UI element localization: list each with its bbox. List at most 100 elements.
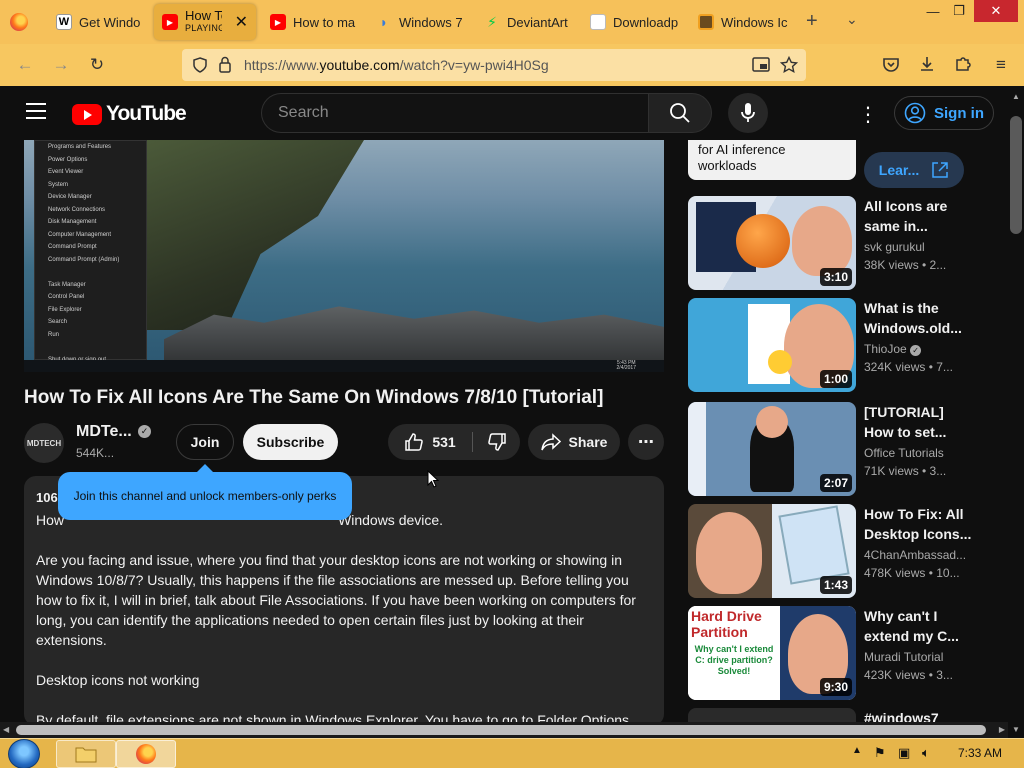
taskbar-clock[interactable]: 7:33 AM: [958, 746, 1002, 760]
youtube-header: YouTube Search ⋮ Sign in: [0, 86, 1008, 140]
browser-tab[interactable]: ⚡ DeviantArt: [476, 4, 580, 40]
action-center-flag-icon[interactable]: ⚑: [874, 745, 886, 761]
video-thumbnail[interactable]: 1:00: [688, 298, 856, 392]
video-menu-item: Run: [48, 331, 60, 338]
youtube-favicon-icon: ▶: [162, 14, 178, 30]
video-duration: 1:00: [819, 370, 852, 388]
recommended-title[interactable]: [TUTORIAL] How to set...: [864, 402, 974, 442]
recommended-channel[interactable]: 4ChanAmbassad...: [864, 548, 974, 562]
vertical-scrollbar[interactable]: ▲ ▼: [1008, 86, 1024, 738]
recommended-title[interactable]: All Icons are same in...: [864, 196, 974, 236]
video-start-menu: Programs and Features Power Options Event …: [34, 140, 147, 372]
extensions-puzzle-icon[interactable]: [954, 55, 972, 73]
like-button[interactable]: 531: [388, 424, 472, 460]
video-thumbnail[interactable]: [688, 708, 856, 722]
recommended-title[interactable]: #windows7: [864, 708, 974, 722]
taskbar-explorer[interactable]: [56, 740, 116, 768]
thumbnail-caption-text: Why can't I extend C: drive partition? S…: [694, 644, 774, 676]
search-input[interactable]: Search: [261, 93, 648, 133]
browser-tab[interactable]: Windows Ic: [690, 4, 794, 40]
scroll-right-arrow-icon[interactable]: ▶: [999, 725, 1005, 734]
recommended-video[interactable]: #windows7: [688, 708, 988, 722]
video-menu-item: [35, 266, 146, 279]
join-button[interactable]: Join: [176, 424, 234, 460]
recommended-channel[interactable]: Office Tutorials: [864, 446, 974, 460]
browser-tab-active[interactable]: ▶ How To F PLAYING ✕: [154, 4, 256, 40]
horizontal-scrollbar[interactable]: ◀ ▶: [0, 722, 1008, 738]
recommended-video[interactable]: 2:07 [TUTORIAL] How to set... Office Tuto…: [688, 402, 988, 498]
share-button[interactable]: Share: [528, 424, 620, 460]
reload-icon[interactable]: ↻: [86, 54, 108, 76]
video-menu-item: Event Viewer: [48, 169, 84, 175]
restore-window-icon[interactable]: ❐: [944, 0, 974, 22]
network-icon[interactable]: ▣: [898, 745, 910, 761]
guide-menu-icon[interactable]: [26, 103, 46, 119]
browser-tab[interactable]: ◗ Windows 7: [368, 4, 472, 40]
voice-search-button[interactable]: [728, 93, 768, 133]
bookmark-star-icon[interactable]: [780, 56, 798, 74]
back-arrow-icon[interactable]: ←: [14, 54, 36, 76]
recommended-title[interactable]: Why can't Iextend my C...: [864, 606, 974, 646]
taskbar-firefox[interactable]: [116, 740, 176, 768]
firefox-logo-icon[interactable]: [10, 13, 28, 31]
video-player[interactable]: Programs and Features Power Options Event …: [24, 140, 664, 372]
recommended-video[interactable]: 1:00 What is the Windows.old... ThioJoe ✓…: [688, 298, 988, 394]
channel-name[interactable]: MDTe...: [76, 423, 132, 441]
list-all-tabs-chevron-icon[interactable]: ⌄: [846, 11, 858, 28]
video-thumbnail[interactable]: 2:07: [688, 402, 856, 496]
url-text[interactable]: https://www.youtube.com/watch?v=yw-pwi4H…: [244, 57, 549, 73]
tracking-protection-shield-icon[interactable]: [192, 57, 208, 73]
video-thumbnail[interactable]: 1:43: [688, 504, 856, 598]
browser-tab[interactable]: W Get Windo: [48, 4, 152, 40]
verified-check-icon: ✓: [138, 425, 151, 438]
scroll-left-arrow-icon[interactable]: ◀: [3, 725, 9, 734]
recommended-meta: 324K views • 7...: [864, 360, 953, 374]
url-bar[interactable]: https://www.youtube.com/watch?v=yw-pwi4H…: [182, 49, 806, 81]
close-tab-icon[interactable]: ✕: [235, 12, 248, 32]
search-button[interactable]: [648, 93, 712, 133]
like-dislike-group: 531: [388, 424, 520, 460]
search-icon: [670, 103, 690, 123]
recommended-video[interactable]: 1:43 How To Fix: All Desktop Icons... 4Ch…: [688, 504, 988, 600]
recommended-channel[interactable]: ThioJoe ✓: [864, 342, 974, 356]
scroll-up-arrow-icon[interactable]: ▲: [1012, 92, 1020, 101]
recommended-title[interactable]: What is the Windows.old...: [864, 298, 974, 338]
dislike-button[interactable]: [474, 424, 520, 460]
learn-more-button[interactable]: Lear...: [864, 152, 964, 188]
show-hidden-icons-icon[interactable]: ▲: [852, 745, 862, 756]
mouse-cursor-icon: [427, 470, 439, 488]
share-arrow-icon: [540, 433, 561, 451]
scrollbar-thumb[interactable]: [1010, 116, 1022, 234]
close-window-icon[interactable]: ✕: [974, 0, 1018, 22]
app-menu-hamburger-icon[interactable]: ≡: [990, 54, 1012, 76]
recommended-video[interactable]: 3:10 All Icons are same in... svk gurukul…: [688, 196, 988, 292]
browser-tab[interactable]: ▶ How to ma: [262, 4, 366, 40]
recommended-channel[interactable]: Muradi Tutorial: [864, 650, 974, 664]
tab-label: Downloadp: [613, 14, 679, 30]
pocket-icon[interactable]: [882, 56, 900, 74]
downloads-icon[interactable]: [918, 55, 936, 73]
recommended-title[interactable]: How To Fix: All Desktop Icons...: [864, 504, 974, 544]
channel-avatar[interactable]: MDTECH: [24, 423, 64, 463]
scrollbar-thumb[interactable]: [16, 725, 986, 735]
youtube-play-logo-icon: [72, 103, 102, 125]
browser-tab[interactable]: Downloadp: [582, 4, 686, 40]
video-thumbnail[interactable]: 3:10: [688, 196, 856, 290]
ad-card[interactable]: for AI inference workloads: [688, 140, 856, 180]
more-actions-icon[interactable]: ⋯: [628, 424, 664, 460]
lock-icon[interactable]: [218, 56, 232, 73]
volume-icon[interactable]: 🔈︎: [922, 745, 930, 761]
recommended-channel[interactable]: svk gurukul: [864, 240, 974, 254]
start-orb-icon[interactable]: [8, 739, 40, 768]
new-tab-plus-icon[interactable]: +: [806, 10, 818, 33]
settings-kebab-icon[interactable]: ⋮: [858, 102, 878, 127]
recommended-video[interactable]: Hard Drive Partition Why can't I extend …: [688, 606, 988, 702]
picture-in-picture-icon[interactable]: [752, 57, 770, 73]
youtube-logo[interactable]: YouTube: [72, 102, 187, 126]
video-thumbnail[interactable]: Hard Drive Partition Why can't I extend …: [688, 606, 856, 700]
sign-in-button[interactable]: Sign in: [894, 96, 994, 130]
subscribe-button[interactable]: Subscribe: [243, 424, 338, 460]
forward-arrow-icon[interactable]: →: [50, 54, 72, 76]
tab-label: How To F: [185, 10, 222, 23]
scroll-down-arrow-icon[interactable]: ▼: [1012, 725, 1020, 734]
